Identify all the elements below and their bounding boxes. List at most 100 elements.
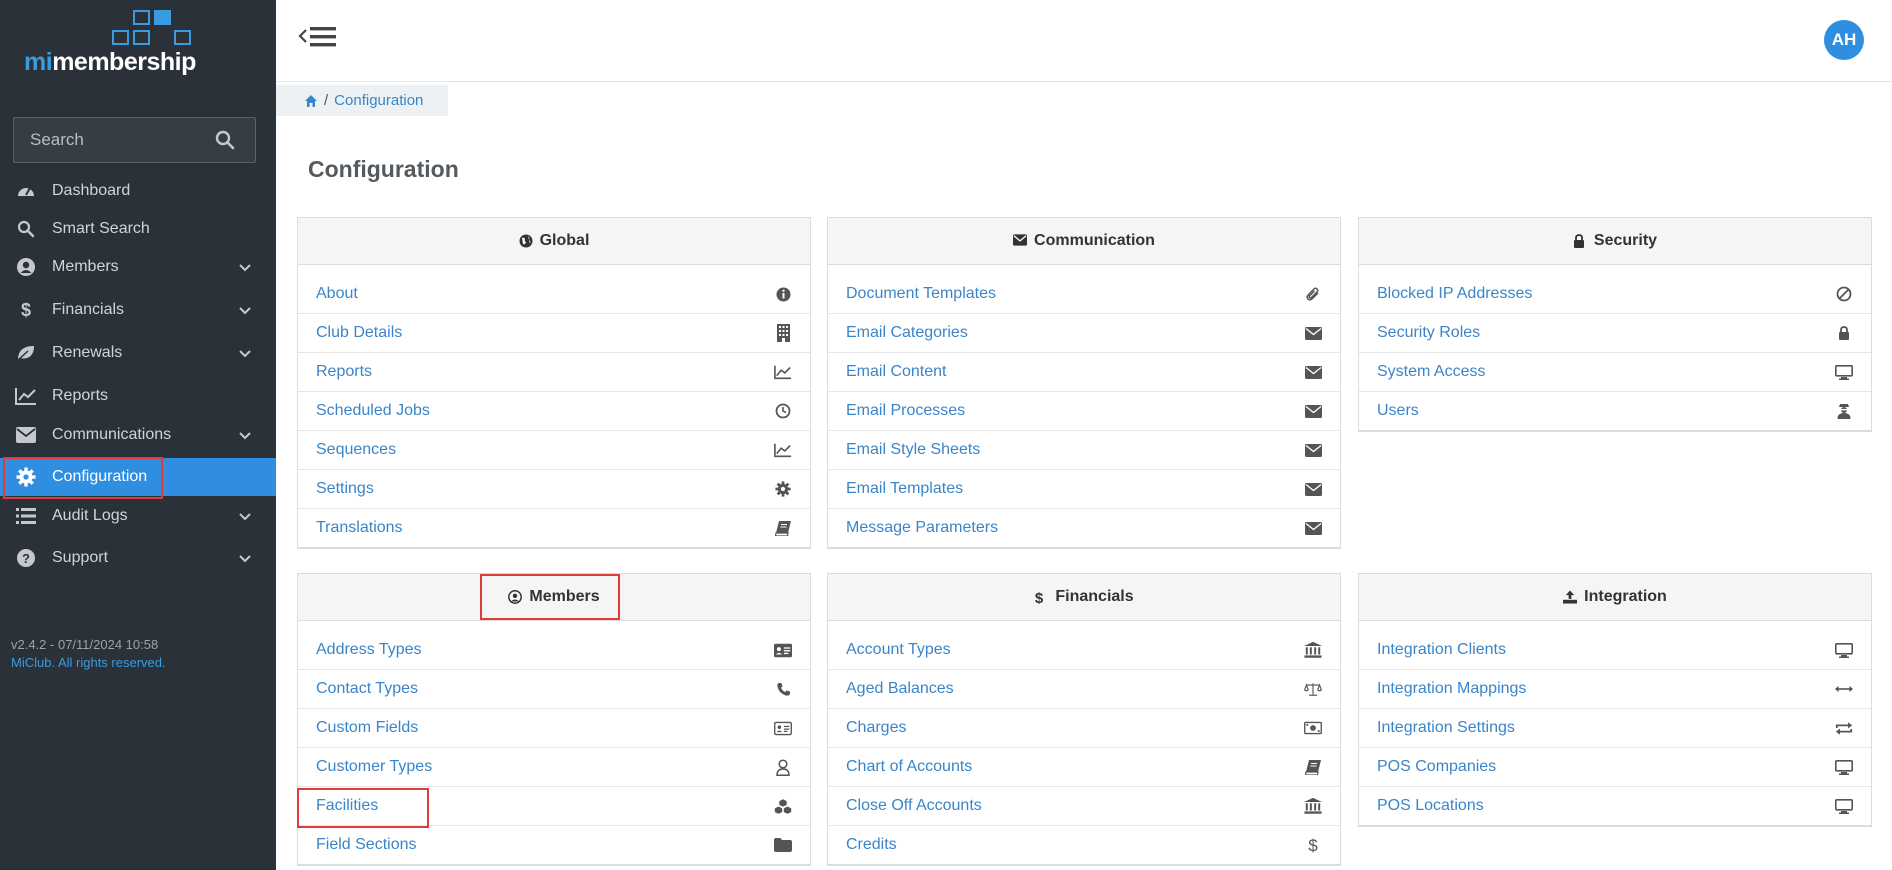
line-chart-icon xyxy=(774,363,792,381)
sidebar: mimembership Dashboard Smart Search Memb… xyxy=(0,0,276,870)
config-link-account-types[interactable]: Account Types xyxy=(828,631,1340,670)
sidebar-item-audit-logs[interactable]: Audit Logs xyxy=(0,497,276,535)
config-link-document-templates[interactable]: Document Templates xyxy=(828,275,1340,314)
config-link-integration-mappings[interactable]: Integration Mappings xyxy=(1359,670,1871,709)
config-link-address-types[interactable]: Address Types xyxy=(298,631,810,670)
config-link-settings[interactable]: Settings xyxy=(298,470,810,509)
copyright-link[interactable]: MiClub. All rights reserved. xyxy=(11,654,166,672)
config-link-email-processes[interactable]: Email Processes xyxy=(828,392,1340,431)
panel-members: Members Address Types Contact Types Cust… xyxy=(297,573,811,866)
phone-icon xyxy=(774,680,792,698)
sidebar-item-label: Renewals xyxy=(52,344,123,361)
config-link-pos-locations[interactable]: POS Locations xyxy=(1359,787,1871,826)
panel-title: Financials xyxy=(1055,588,1134,605)
sidebar-item-renewals[interactable]: Renewals xyxy=(0,334,276,372)
sidebar-item-reports[interactable]: Reports xyxy=(0,377,276,415)
sidebar-item-members[interactable]: Members xyxy=(0,248,276,286)
config-link-users[interactable]: Users xyxy=(1359,392,1871,431)
config-link-email-templates[interactable]: Email Templates xyxy=(828,470,1340,509)
config-link-aged-balances[interactable]: Aged Balances xyxy=(828,670,1340,709)
bank-icon xyxy=(1304,797,1322,815)
search-icon[interactable] xyxy=(215,130,235,150)
panel-integration: Integration Integration Clients Integrat… xyxy=(1358,573,1872,827)
config-link-credits[interactable]: Credits $ xyxy=(828,826,1340,865)
sidebar-item-label: Audit Logs xyxy=(52,507,128,524)
sidebar-item-configuration[interactable]: Configuration xyxy=(0,458,276,496)
desktop-icon xyxy=(1835,797,1853,815)
money-bill-icon xyxy=(1304,719,1322,737)
top-bar: AH xyxy=(276,0,1892,82)
config-link-security-roles[interactable]: Security Roles xyxy=(1359,314,1871,353)
version-info: v2.4.2 - 07/11/2024 10:58 MiClub. All ri… xyxy=(11,636,166,672)
home-icon[interactable] xyxy=(304,94,318,108)
panel-header: Members xyxy=(298,574,810,621)
balance-scale-icon xyxy=(1304,680,1322,698)
envelope-icon xyxy=(14,423,38,447)
config-link-sequences[interactable]: Sequences xyxy=(298,431,810,470)
config-link-club-details[interactable]: Club Details xyxy=(298,314,810,353)
config-link-email-style-sheets[interactable]: Email Style Sheets xyxy=(828,431,1340,470)
config-link-custom-fields[interactable]: Custom Fields xyxy=(298,709,810,748)
config-link-close-off-accounts[interactable]: Close Off Accounts xyxy=(828,787,1340,826)
id-card-icon xyxy=(774,719,792,737)
lock-icon xyxy=(1835,324,1853,342)
envelope-icon xyxy=(1304,324,1322,342)
dollar-icon: $ xyxy=(14,298,38,322)
panel-title: Global xyxy=(539,232,590,249)
config-link-customer-types[interactable]: Customer Types xyxy=(298,748,810,787)
svg-text:$: $ xyxy=(1035,590,1044,605)
menu-toggle-icon[interactable] xyxy=(298,24,338,52)
svg-text:?: ? xyxy=(22,551,30,566)
breadcrumb-current[interactable]: Configuration xyxy=(334,92,423,109)
chevron-down-icon xyxy=(238,347,252,361)
version-text: v2.4.2 - 07/11/2024 10:58 xyxy=(11,637,159,652)
sidebar-item-label: Support xyxy=(52,549,109,566)
upload-icon xyxy=(1563,590,1578,604)
gear-icon xyxy=(14,465,38,489)
sidebar-item-label: Smart Search xyxy=(52,220,150,237)
config-link-facilities[interactable]: Facilities xyxy=(298,787,810,826)
panel-title: Security xyxy=(1593,232,1658,249)
paperclip-icon xyxy=(1304,285,1322,303)
config-link-integration-clients[interactable]: Integration Clients xyxy=(1359,631,1871,670)
sidebar-item-dashboard[interactable]: Dashboard xyxy=(0,172,276,210)
config-link-translations[interactable]: Translations xyxy=(298,509,810,548)
line-chart-icon xyxy=(774,441,792,459)
config-link-email-categories[interactable]: Email Categories xyxy=(828,314,1340,353)
config-link-chart-of-accounts[interactable]: Chart of Accounts xyxy=(828,748,1340,787)
sidebar-item-label: Communications xyxy=(52,426,172,443)
logo-mark xyxy=(112,10,192,48)
bank-icon xyxy=(1304,641,1322,659)
config-link-message-parameters[interactable]: Message Parameters xyxy=(828,509,1340,548)
config-link-charges[interactable]: Charges xyxy=(828,709,1340,748)
config-link-integration-settings[interactable]: Integration Settings xyxy=(1359,709,1871,748)
sidebar-item-financials[interactable]: $ Financials xyxy=(0,291,276,329)
config-link-system-access[interactable]: System Access xyxy=(1359,353,1871,392)
panel-header: Global xyxy=(298,218,810,265)
config-link-reports[interactable]: Reports xyxy=(298,353,810,392)
config-link-email-content[interactable]: Email Content xyxy=(828,353,1340,392)
search-input[interactable] xyxy=(14,118,214,162)
ban-icon xyxy=(1835,285,1853,303)
list-icon xyxy=(14,504,38,528)
sidebar-item-communications[interactable]: Communications xyxy=(0,416,276,454)
config-link-scheduled-jobs[interactable]: Scheduled Jobs xyxy=(298,392,810,431)
config-link-blocked-ip-addresses[interactable]: Blocked IP Addresses xyxy=(1359,275,1871,314)
config-link-contact-types[interactable]: Contact Types xyxy=(298,670,810,709)
svg-text:$: $ xyxy=(21,300,31,320)
config-link-pos-companies[interactable]: POS Companies xyxy=(1359,748,1871,787)
sidebar-item-support[interactable]: ? Support xyxy=(0,539,276,577)
avatar[interactable]: AH xyxy=(1824,20,1864,60)
envelope-icon xyxy=(1304,441,1322,459)
logo[interactable]: mimembership xyxy=(24,10,196,76)
breadcrumb: / Configuration xyxy=(276,85,448,116)
svg-text:$: $ xyxy=(1308,836,1318,854)
dashboard-icon xyxy=(14,179,38,203)
desktop-icon xyxy=(1835,363,1853,381)
config-link-field-sections[interactable]: Field Sections xyxy=(298,826,810,865)
chevron-down-icon xyxy=(238,304,252,318)
sidebar-item-label: Members xyxy=(52,258,119,275)
sidebar-item-label: Dashboard xyxy=(52,182,131,199)
sidebar-item-smart-search[interactable]: Smart Search xyxy=(0,210,276,248)
config-link-about[interactable]: About xyxy=(298,275,810,314)
